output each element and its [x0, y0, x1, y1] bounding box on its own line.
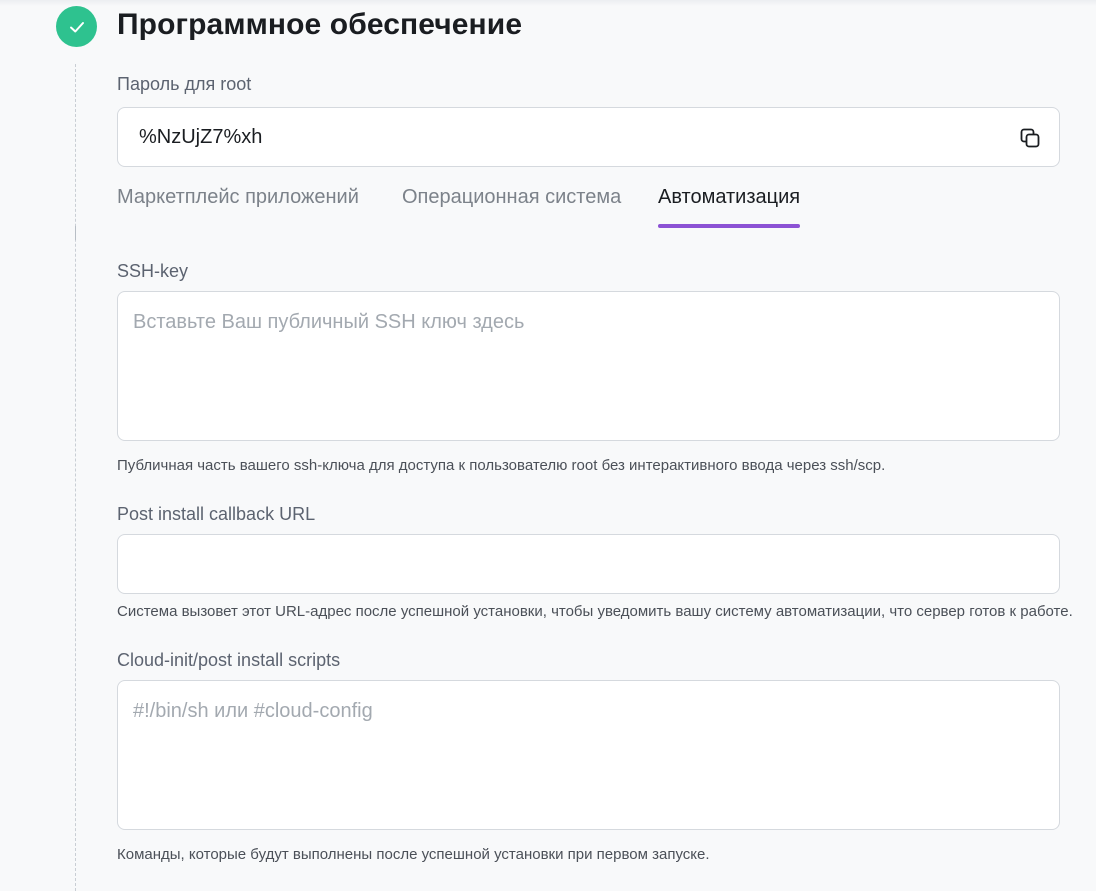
copy-password-button[interactable] [1019, 127, 1041, 149]
top-shadow [0, 0, 1096, 6]
cloud-init-help: Команды, которые будут выполнены после у… [117, 846, 710, 863]
root-password-field[interactable]: %NzUjZ7%xh [117, 107, 1060, 167]
software-tabs: Маркетплейс приложений Операционная сист… [117, 186, 1060, 234]
root-password-value[interactable]: %NzUjZ7%xh [139, 126, 262, 149]
ssh-key-textarea[interactable] [117, 291, 1060, 441]
ssh-key-help: Публичная часть вашего ssh-ключа для дос… [117, 457, 886, 474]
ssh-key-label: SSH-key [117, 261, 189, 281]
cloud-init-label: Cloud-init/post install scripts [117, 650, 341, 670]
timeline-line [75, 64, 76, 891]
callback-url-label: Post install callback URL [117, 504, 316, 524]
tab-label: Операционная система [402, 186, 622, 208]
root-password-label: Пароль для root [117, 74, 252, 94]
check-icon [69, 21, 84, 32]
step-complete-badge [56, 6, 97, 47]
timeline-tick [75, 226, 76, 240]
section-title: Программное обеспечение [117, 8, 523, 41]
callback-url-input[interactable] [117, 534, 1060, 594]
tab-operating-system[interactable]: Операционная система [402, 186, 621, 221]
tab-marketplace[interactable]: Маркетплейс приложений [117, 186, 359, 221]
tab-label: Маркетплейс приложений [117, 186, 359, 208]
cloud-init-textarea[interactable] [117, 680, 1060, 830]
callback-url-help: Система вызовет этот URL-адрес после усп… [117, 603, 1073, 620]
tab-label: Автоматизация [658, 186, 801, 208]
active-tab-indicator [658, 224, 801, 228]
tab-automation[interactable]: Автоматизация [658, 186, 801, 228]
copy-icon[interactable] [1019, 127, 1041, 149]
